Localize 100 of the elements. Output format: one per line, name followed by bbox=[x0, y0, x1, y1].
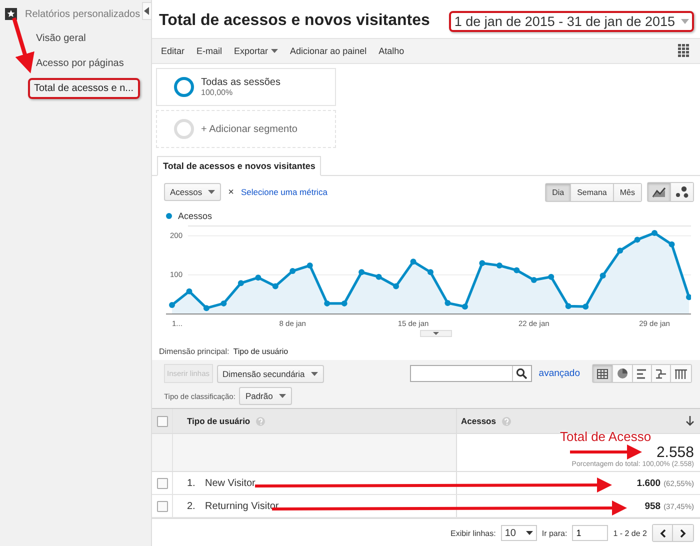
circle-icon bbox=[173, 118, 195, 140]
select-all-checkbox[interactable] bbox=[156, 416, 168, 426]
dots-chart-button[interactable] bbox=[671, 183, 693, 201]
rows-per-page-dropdown[interactable]: 10 bbox=[500, 525, 537, 541]
data-point bbox=[272, 283, 278, 290]
chevron-right-icon bbox=[680, 528, 686, 538]
previous-page-button[interactable] bbox=[653, 525, 673, 541]
metric-dropdown[interactable]: Acessos bbox=[164, 183, 222, 201]
collapse-button[interactable] bbox=[142, 2, 152, 20]
sort-arrow-icon[interactable] bbox=[686, 416, 694, 426]
go-to-label: Ir para: bbox=[542, 528, 568, 538]
table-cell[interactable]: New Visitor bbox=[205, 478, 256, 488]
search-field[interactable] bbox=[410, 365, 532, 382]
caret-icon bbox=[433, 332, 439, 335]
caret-icon bbox=[526, 531, 533, 535]
columns-icon bbox=[675, 368, 687, 378]
table-cell: 1.600 bbox=[636, 478, 661, 488]
sort-type-dropdown[interactable]: Padrão bbox=[239, 387, 292, 405]
period-button[interactable]: Dia bbox=[546, 184, 572, 200]
data-point bbox=[186, 288, 192, 294]
caret-icon bbox=[310, 372, 318, 376]
data-point bbox=[496, 262, 502, 268]
data-point bbox=[428, 269, 434, 276]
secondary-dimension-dropdown[interactable]: Dimensão secundária bbox=[216, 364, 324, 382]
tab[interactable]: Total de acessos e novos visitantes bbox=[157, 156, 322, 176]
advanced-link[interactable]: avançado bbox=[538, 368, 580, 379]
circle-icon bbox=[173, 76, 195, 98]
period-button[interactable]: Semana bbox=[571, 184, 614, 200]
caret-icon bbox=[278, 394, 286, 398]
row-checkbox[interactable] bbox=[156, 500, 168, 512]
dimension-label: Dimensão principal: bbox=[159, 347, 230, 356]
data-point bbox=[668, 241, 675, 248]
data-point bbox=[548, 274, 554, 280]
column-header[interactable]: Tipo de usuário bbox=[187, 416, 250, 426]
data-point bbox=[290, 268, 296, 274]
table-view-button[interactable] bbox=[593, 365, 613, 382]
data-point bbox=[255, 274, 262, 281]
rows-label: Exibir linhas: bbox=[450, 528, 496, 538]
pie-view-button[interactable] bbox=[613, 365, 633, 382]
pivot-view-button[interactable] bbox=[671, 365, 691, 382]
sidebar-item[interactable]: Acesso por páginas bbox=[30, 53, 130, 74]
grid-icon[interactable] bbox=[678, 44, 690, 58]
data-point bbox=[393, 283, 400, 290]
data-point bbox=[686, 294, 691, 300]
segment-label: + Adicionar segmento bbox=[201, 124, 298, 134]
bars-view-button[interactable] bbox=[633, 365, 652, 382]
data-point bbox=[479, 260, 486, 266]
data-point bbox=[462, 304, 468, 310]
data-point bbox=[358, 269, 365, 276]
line-chart-button[interactable] bbox=[648, 183, 671, 201]
remove-button[interactable]: × bbox=[226, 186, 236, 198]
segment-label: Todas as sessões bbox=[201, 77, 280, 88]
data-point bbox=[617, 248, 624, 254]
star-icon bbox=[5, 8, 17, 20]
data-point bbox=[565, 303, 572, 310]
annotation-arrow bbox=[12, 17, 34, 74]
toolbar-button[interactable]: Atalho bbox=[374, 44, 410, 58]
row-checkbox[interactable] bbox=[156, 478, 168, 488]
line-chart-icon bbox=[652, 186, 666, 198]
toolbar-button[interactable]: E-mail bbox=[192, 44, 228, 58]
report-title: Total de acessos e novos visitantes bbox=[159, 12, 430, 30]
caret-icon bbox=[208, 190, 216, 194]
legend-label: Acessos bbox=[178, 211, 212, 221]
caret-icon bbox=[681, 18, 689, 24]
segment-card[interactable]: + Adicionar segmento bbox=[156, 110, 336, 148]
data-point bbox=[582, 304, 589, 310]
data-point bbox=[514, 267, 520, 274]
row-index: 1. bbox=[187, 478, 196, 488]
table-cell: 958 bbox=[644, 500, 661, 512]
next-page-button[interactable] bbox=[673, 525, 693, 541]
data-point bbox=[444, 300, 451, 306]
table-grid-icon bbox=[597, 368, 608, 378]
data-point bbox=[530, 276, 537, 283]
comparison-view-button[interactable] bbox=[652, 365, 671, 382]
pie-chart-icon bbox=[617, 368, 628, 379]
toolbar-button[interactable]: Editar bbox=[156, 44, 190, 58]
page-range: 1 - 2 de 2 bbox=[613, 528, 647, 538]
toolbar-button[interactable]: Exportar bbox=[229, 44, 284, 58]
annotation-text: Total de Acesso bbox=[560, 429, 652, 444]
dimension-value[interactable]: Tipo de usuário bbox=[233, 347, 288, 356]
data-point bbox=[410, 258, 416, 265]
data-point bbox=[341, 300, 348, 306]
period-button[interactable]: Mês bbox=[614, 184, 641, 200]
comparison-icon bbox=[656, 368, 666, 378]
sidebar-item[interactable]: Visão geral bbox=[30, 28, 92, 49]
data-point bbox=[238, 280, 244, 286]
toolbar-button[interactable]: Adicionar ao painel bbox=[285, 44, 372, 58]
expand-handle[interactable] bbox=[420, 330, 452, 337]
magnifier-icon bbox=[516, 368, 528, 379]
data-point bbox=[220, 300, 227, 306]
data-point bbox=[376, 274, 382, 280]
segment-card[interactable]: Todas as sessões 100,00% bbox=[156, 68, 336, 106]
data-point bbox=[324, 300, 330, 306]
select-metric-link[interactable]: Selecione uma métrica bbox=[240, 187, 328, 197]
dots-icon bbox=[675, 186, 689, 198]
column-header[interactable]: Acessos bbox=[461, 416, 496, 426]
bar-chart-icon bbox=[637, 368, 647, 378]
sidebar-item[interactable]: Total de acessos e n... bbox=[28, 78, 140, 99]
page-input[interactable]: 1 bbox=[572, 525, 608, 541]
date-range-picker[interactable]: 1 de jan de 2015 - 31 de jan de 2015 bbox=[449, 10, 694, 32]
